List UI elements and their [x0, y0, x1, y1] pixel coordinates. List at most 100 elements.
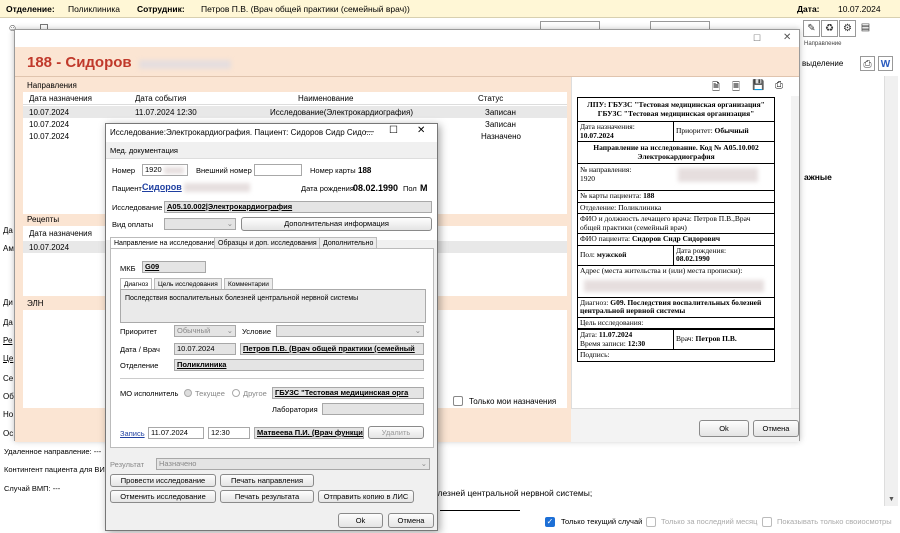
research-field[interactable]: A05.10.002|Электрокардиография [164, 201, 432, 213]
sex-label: Пол [403, 184, 417, 193]
ext-number-label: Внешний номер [196, 166, 252, 175]
printer-icon[interactable]: ⎙ [860, 56, 875, 71]
dialog-ok-button[interactable]: Ok [338, 513, 383, 528]
right-scrollbar[interactable]: ▼ [884, 76, 898, 506]
cancel-research-button[interactable]: Отменить исследование [110, 490, 216, 503]
date-field[interactable]: 10.07.2024 [174, 343, 236, 355]
save-doc-icon[interactable]: 💾 [752, 80, 764, 91]
date-label: Дата: [797, 4, 820, 14]
record-doctor[interactable]: Матвеева П.И. (Врач функцион [254, 427, 364, 439]
hiv-contingent: Контингент пациента для ВИЧ [4, 465, 110, 474]
tool-icon-1[interactable]: ✎ [803, 20, 820, 37]
dept-field[interactable]: Поликлиника [174, 359, 424, 371]
dob-value: 08.02.1990 [353, 183, 399, 193]
menu-med-docs[interactable]: Мед. документация [110, 146, 178, 156]
doc-dept: Отделение: Поликлиника [577, 202, 775, 214]
mo-current-label: Текущее [195, 389, 225, 398]
dept-value: Поликлиника [68, 4, 120, 14]
diagnosis-text[interactable]: Последствия воспалительных болезней цент… [120, 289, 426, 323]
dept-label: Отделение: [6, 4, 55, 14]
patient-link[interactable]: Сидоров [142, 182, 182, 192]
col-status: Статус [478, 94, 504, 103]
doc-card: 188 [643, 191, 655, 200]
payment-label: Вид оплаты [112, 220, 154, 229]
only-current-checkbox[interactable]: ✓ [545, 517, 555, 527]
doc-time-label: Время записи: [580, 338, 626, 348]
word-icon[interactable]: W [878, 56, 893, 71]
edit-doc-icon[interactable]: 🗎 [712, 80, 720, 97]
priority-label: Приоритет [120, 327, 157, 336]
own-exams-checkbox[interactable] [762, 517, 772, 527]
selection-label: выделение ⎙ W [800, 56, 900, 72]
minimize-icon[interactable]: — [365, 126, 374, 136]
remote-direction: Удаленное направление: --- [4, 447, 102, 456]
col-assign-date: Дата назначения [29, 94, 92, 103]
tool-icon-3[interactable]: ⚙ [839, 20, 856, 37]
condition-select[interactable]: ⌄ [276, 325, 424, 337]
employee-label: Сотрудник: [137, 4, 185, 14]
record-time[interactable]: 12:30 [208, 427, 250, 439]
doctor-field[interactable]: Петров П.В. (Врач общей практики (семейн… [240, 343, 424, 355]
dob-label: Дата рождения [301, 184, 354, 193]
only-current-label: Только текущий случай [561, 517, 643, 526]
patient-label: Пациент [112, 184, 142, 193]
maximize-icon[interactable]: ☐ [753, 33, 761, 44]
doc-sex-label: Пол: [580, 249, 595, 259]
mo-current-radio[interactable] [184, 389, 192, 397]
number-field[interactable]: 1920 [142, 164, 188, 176]
patient-title: 188 - Сидоров [27, 54, 132, 71]
tool-icon-2[interactable]: ♻ [821, 20, 838, 37]
cancel-button[interactable]: Отмена [753, 420, 799, 437]
close-icon[interactable]: ✕ [417, 125, 425, 136]
redacted-name [139, 60, 231, 69]
doc-doc-label: Врач: [676, 334, 694, 343]
delete-button[interactable]: Удалить [368, 426, 424, 439]
result-select[interactable]: Назначено ⌄ [156, 458, 430, 470]
card-label: Номер карты [310, 166, 356, 175]
vmp-case: Случай ВМП: --- [4, 484, 61, 493]
books-icon[interactable]: ▤ [857, 20, 874, 37]
mkb-field[interactable]: G09 [142, 261, 206, 273]
doc-diag: G09. Последствия воспалительных болезней… [580, 297, 762, 315]
priority-select[interactable]: Обычный ⌄ [174, 325, 236, 337]
conduct-research-button[interactable]: Провести исследование [110, 474, 216, 487]
ext-number-field[interactable] [254, 164, 302, 176]
only-mine-label: Только мои назначения [469, 397, 557, 406]
print-result-button[interactable]: Печать результата [220, 490, 314, 503]
record-link[interactable]: Запись [120, 429, 145, 439]
patient-header: 188 - Сидоров [15, 47, 799, 77]
mo-field[interactable]: ГБУЗС "Тестовая медицинская орга [272, 387, 424, 399]
dialog-title: Исследование:Электрокардиография. Пациен… [110, 128, 373, 137]
preview-scrollbar[interactable] [791, 96, 799, 408]
last-month-checkbox[interactable] [646, 517, 656, 527]
doc-priority-label: Приоритет: [676, 126, 713, 135]
date-doctor-label: Дата / Врач [120, 345, 160, 354]
lab-select[interactable] [322, 403, 424, 415]
own-exams-label: Показывать только своиосмотры [777, 517, 892, 526]
doc-address: Адрес (места жительства и (или) места пр… [580, 265, 743, 275]
ok-button[interactable]: Ok [699, 420, 749, 437]
record-date[interactable]: 11.07.2024 [148, 427, 204, 439]
table-row[interactable]: 10.07.2024 11.07.2024 12:30 Исследование… [23, 106, 567, 118]
card-value: 188 [358, 166, 372, 175]
doc-lpu: ЛПУ: ГБУЗС "Тестовая медицинская организ… [577, 97, 775, 122]
only-mine-checkbox[interactable] [453, 396, 463, 406]
extra-info-button[interactable]: Дополнительная информация [241, 217, 432, 231]
research-label: Исследование [112, 203, 163, 212]
mo-other-radio[interactable] [232, 389, 240, 397]
doc-sign: Подпись: [577, 350, 775, 362]
payment-select[interactable]: ⌄ [164, 218, 236, 230]
doc-sex: мужской [596, 249, 627, 259]
condition-label: Условие [242, 327, 271, 336]
research-dialog: Исследование:Электрокардиография. Пациен… [105, 123, 438, 531]
mkb-label: МКБ [120, 264, 136, 273]
dialog-cancel-button[interactable]: Отмена [388, 513, 434, 528]
print-direction-button[interactable]: Печать направления [220, 474, 314, 487]
close-icon[interactable]: ✕ [783, 32, 791, 43]
export-doc-icon[interactable]: 🗏 [732, 80, 740, 97]
underline-field [440, 510, 520, 511]
bold-fragment: ажные [804, 172, 832, 182]
maximize-icon[interactable]: ☐ [389, 125, 398, 136]
print-icon[interactable]: ⎙ [775, 80, 783, 91]
send-copy-lis-button[interactable]: Отправить копию в ЛИС [318, 490, 414, 503]
